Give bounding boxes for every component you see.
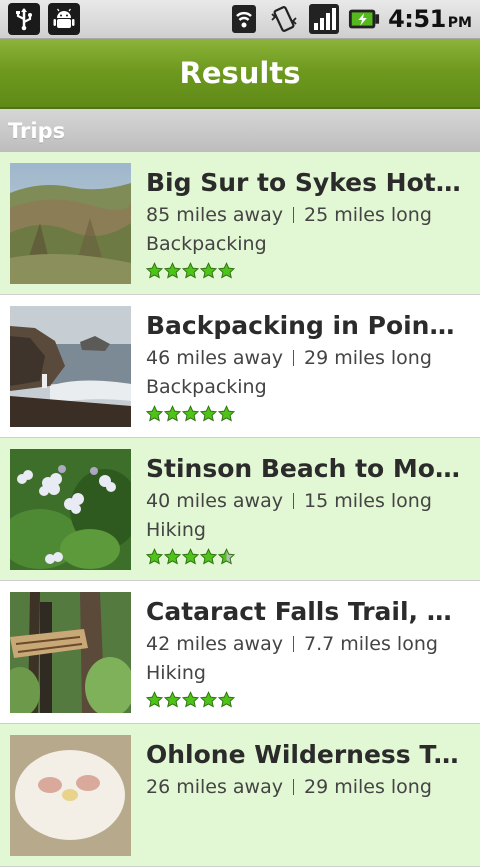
trip-length: 29 miles long — [303, 347, 432, 369]
meta-divider — [292, 207, 294, 223]
star-icon — [218, 262, 235, 279]
trip-title: Cataract Falls Trail, M... — [146, 597, 464, 626]
trip-distance: 42 miles away — [146, 633, 283, 655]
battery-icon — [348, 3, 380, 35]
clock-ampm: PM — [447, 15, 472, 31]
trip-type: Hiking — [146, 519, 206, 541]
trip-title: Big Sur to Sykes Hot S... — [146, 168, 464, 197]
page-title: Results — [179, 56, 301, 90]
star-icon — [146, 548, 163, 565]
star-icon — [164, 548, 181, 565]
star-icon — [182, 262, 199, 279]
star-icon — [182, 691, 199, 708]
trip-title: Ohlone Wilderness Trail — [146, 740, 464, 769]
trip-length: 29 miles long — [303, 776, 432, 798]
status-bar: 4:51 PM — [0, 0, 480, 39]
meta-divider — [292, 350, 294, 366]
star-icon — [218, 548, 235, 565]
trip-row[interactable]: Cataract Falls Trail, M... 42 miles away… — [0, 581, 480, 724]
trip-meta: 40 miles away 15 miles long — [146, 486, 466, 516]
trip-distance: 40 miles away — [146, 490, 283, 512]
rocky-coast-photo — [10, 306, 131, 427]
trip-type: Backpacking — [146, 376, 267, 398]
trail-sign-photo — [10, 592, 131, 713]
rating-stars — [146, 405, 466, 422]
star-icon — [164, 691, 181, 708]
meta-divider — [292, 636, 294, 652]
rating-stars — [146, 691, 466, 708]
star-icon — [200, 262, 217, 279]
trip-meta: 46 miles away 29 miles long — [146, 343, 466, 373]
section-header: Trips — [0, 109, 480, 152]
usb-icon — [8, 3, 40, 35]
trip-type: Backpacking — [146, 233, 267, 255]
star-icon — [218, 691, 235, 708]
star-icon — [200, 405, 217, 422]
clock-time: 4:51 — [388, 5, 446, 33]
vibrate-icon — [268, 3, 300, 35]
trip-length: 7.7 miles long — [303, 633, 438, 655]
wildflowers-photo — [10, 449, 131, 570]
trip-distance: 85 miles away — [146, 204, 283, 226]
star-icon — [164, 262, 181, 279]
star-icon — [182, 548, 199, 565]
star-icon — [200, 548, 217, 565]
white-flower-photo — [10, 735, 131, 856]
star-icon — [182, 405, 199, 422]
trip-type: Hiking — [146, 662, 206, 684]
star-icon — [218, 405, 235, 422]
trip-distance: 46 miles away — [146, 347, 283, 369]
trip-length: 15 miles long — [303, 490, 432, 512]
trip-row[interactable]: Big Sur to Sykes Hot S... 85 miles away 2… — [0, 152, 480, 295]
trip-row[interactable]: Stinson Beach to Mou... 40 miles away 15 … — [0, 438, 480, 581]
android-debug-icon — [48, 3, 80, 35]
trip-list: Big Sur to Sykes Hot S... 85 miles away 2… — [0, 152, 480, 867]
star-icon — [146, 691, 163, 708]
trip-title: Backpacking in Point ... — [146, 311, 464, 340]
signal-icon — [308, 3, 340, 35]
star-icon — [164, 405, 181, 422]
trip-meta: 42 miles away 7.7 miles long — [146, 629, 466, 659]
trip-row[interactable]: Ohlone Wilderness Trail 26 miles away 29 … — [0, 724, 480, 867]
trip-row[interactable]: Backpacking in Point ... 46 miles away 29… — [0, 295, 480, 438]
rating-stars — [146, 548, 466, 565]
star-icon — [200, 691, 217, 708]
section-label-trips: Trips — [8, 118, 66, 143]
coastal-hills-photo — [10, 163, 131, 284]
trip-meta: 26 miles away 29 miles long — [146, 772, 466, 802]
trip-meta: 85 miles away 25 miles long — [146, 200, 466, 230]
trip-length: 25 miles long — [303, 204, 432, 226]
trip-title: Stinson Beach to Mou... — [146, 454, 464, 483]
star-icon — [146, 262, 163, 279]
star-icon — [146, 405, 163, 422]
meta-divider — [292, 493, 294, 509]
wifi-icon — [228, 3, 260, 35]
rating-stars — [146, 262, 466, 279]
meta-divider — [292, 779, 294, 795]
app-title-bar: Results — [0, 39, 480, 109]
trip-distance: 26 miles away — [146, 776, 283, 798]
